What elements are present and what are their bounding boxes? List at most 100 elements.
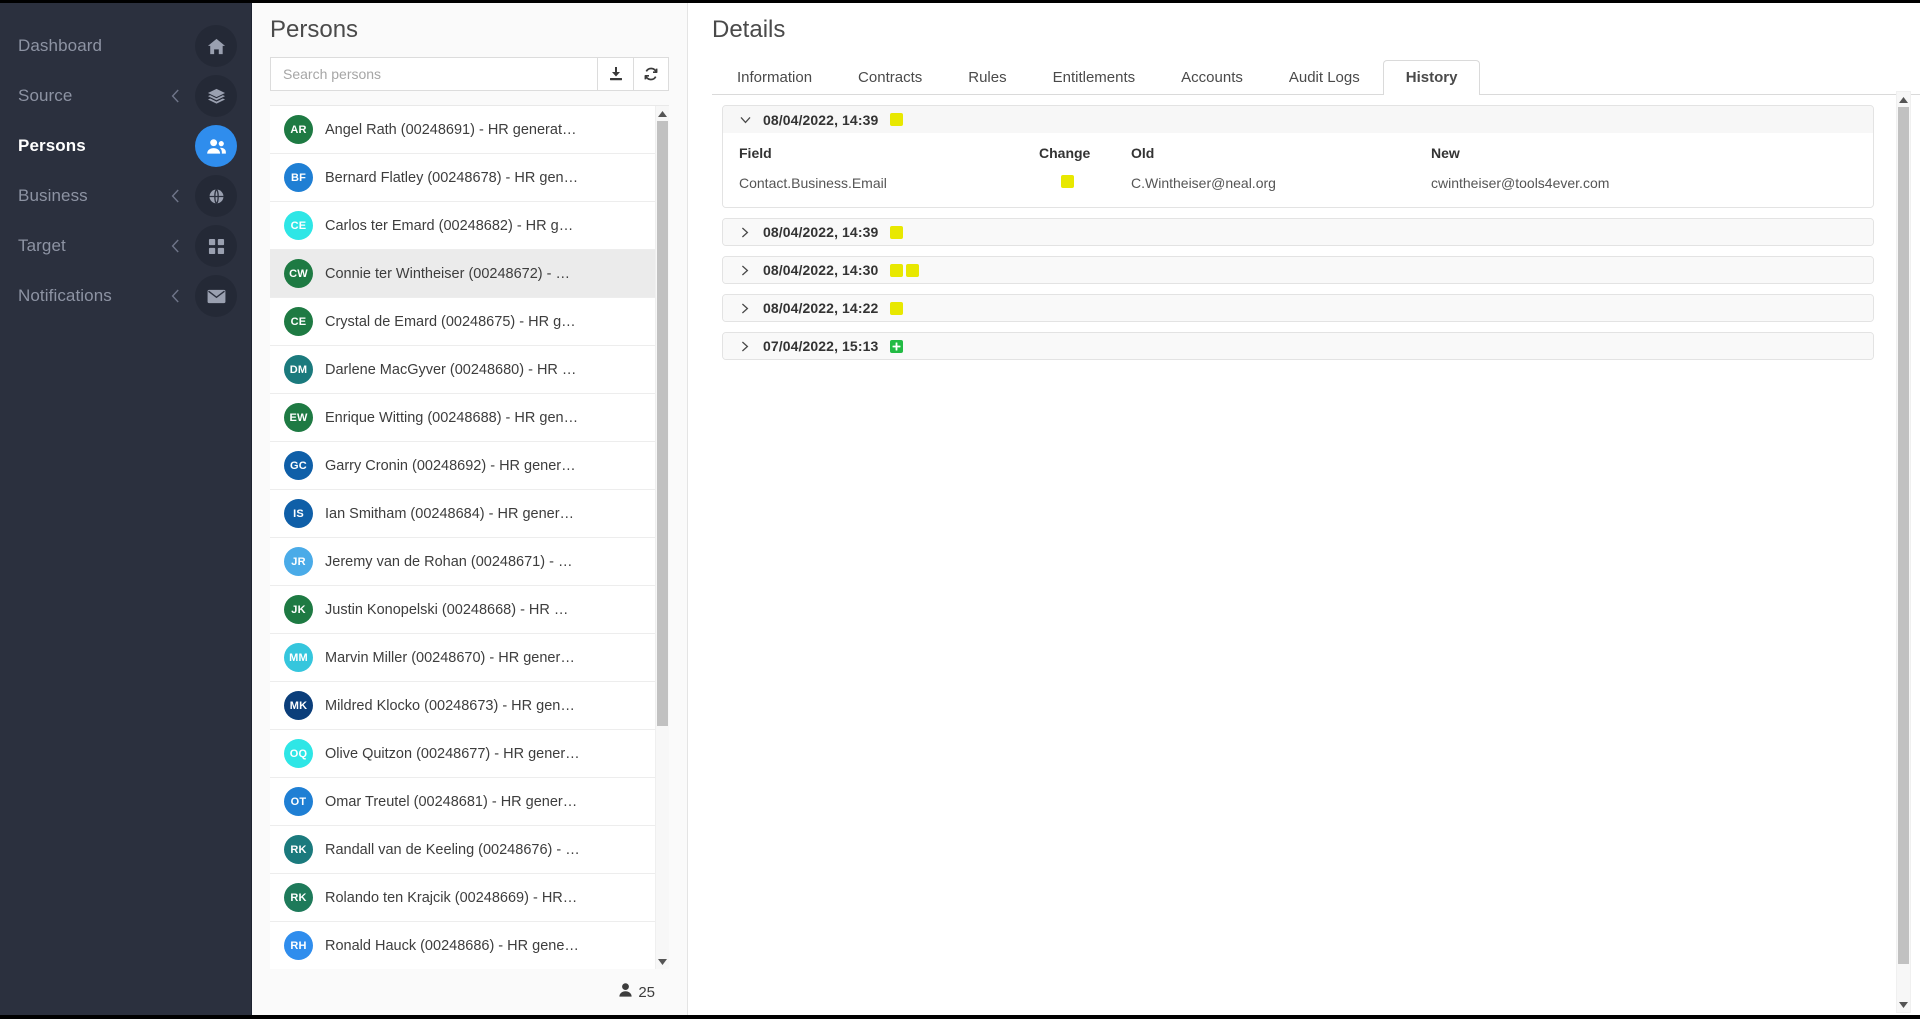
list-item[interactable]: OQ Olive Quitzon (00248677) - HR gener… [270,730,655,778]
tab-entitlements[interactable]: Entitlements [1030,60,1159,95]
list-item[interactable]: CE Crystal de Emard (00248675) - HR g… [270,298,655,346]
list-item[interactable]: EW Enrique Witting (00248688) - HR gen… [270,394,655,442]
list-item[interactable]: JR Jeremy van de Rohan (00248671) - … [270,538,655,586]
list-item-label: Bernard Flatley (00248678) - HR gen… [325,169,579,186]
list-item[interactable]: GC Garry Cronin (00248692) - HR gener… [270,442,655,490]
list-item-label: Ian Smitham (00248684) - HR gener… [325,505,575,522]
scroll-up-icon[interactable] [656,106,669,121]
sidebar-item-target[interactable]: Target [0,221,251,271]
list-item[interactable]: OT Omar Treutel (00248681) - HR gener… [270,778,655,826]
chevron-left-icon[interactable] [167,288,183,304]
people-icon[interactable] [195,125,237,167]
list-item[interactable]: BF Bernard Flatley (00248678) - HR gen… [270,154,655,202]
history-entry-header[interactable]: 08/04/2022, 14:39 [723,219,1873,245]
history-entry-header[interactable]: 08/04/2022, 14:30 [723,257,1873,283]
list-item[interactable]: MK Mildred Klocko (00248673) - HR gen… [270,682,655,730]
scrollbar-thumb[interactable] [657,121,668,726]
sidebar-item-business[interactable]: Business [0,171,251,221]
list-item[interactable]: MM Marvin Miller (00248670) - HR gener… [270,634,655,682]
list-item[interactable]: AR Angel Rath (00248691) - HR generat… [270,106,655,154]
update-badge-icon [1061,175,1074,188]
sidebar-item-source[interactable]: Source [0,71,251,121]
refresh-button[interactable] [633,57,669,91]
history-entry-badges [890,263,920,277]
sidebar-item-label: Dashboard [18,36,103,55]
grid-icon[interactable] [195,225,237,267]
avatar: RH [284,931,313,960]
list-item[interactable]: RH Ronald Hauck (00248686) - HR gene… [270,922,655,969]
column-header: Field [739,145,772,161]
chevron-right-icon[interactable] [739,227,751,238]
avatar: MM [284,643,313,672]
cell-old-value: C.Wintheiser@neal.org [1131,175,1276,191]
persons-list[interactable]: AR Angel Rath (00248691) - HR generat… BF B… [270,106,655,969]
table-header-row: Field Change Old New [739,145,1857,175]
avatar: GC [284,451,313,480]
list-item-label: Ronald Hauck (00248686) - HR gene… [325,937,579,954]
history-entry-header[interactable]: 08/04/2022, 14:39 [723,106,1873,133]
envelope-icon[interactable] [195,275,237,317]
chevron-down-icon[interactable] [739,116,751,124]
list-item-label: Randall van de Keeling (00248676) - … [325,841,580,858]
list-item-label: Mildred Klocko (00248673) - HR gen… [325,697,575,714]
update-badge-icon [890,225,904,239]
tab-accounts[interactable]: Accounts [1158,60,1266,95]
details-scrollbar[interactable] [1896,91,1911,1013]
persons-count: 25 [638,983,655,1001]
tab-rules[interactable]: Rules [945,60,1029,95]
chevron-left-icon [167,138,183,154]
column-header: Change [1039,145,1091,161]
history-entry: 08/04/2022, 14:39 [722,218,1874,246]
history-entry: 07/04/2022, 15:13 [722,332,1874,360]
list-item[interactable]: RK Randall van de Keeling (00248676) - … [270,826,655,874]
download-button[interactable] [597,57,633,91]
list-item[interactable]: RK Rolando ten Krajcik (00248669) - HR… [270,874,655,922]
chevron-left-icon[interactable] [167,88,183,104]
avatar: CE [284,211,313,240]
list-item-label: Angel Rath (00248691) - HR generat… [325,121,577,138]
history-entry-header[interactable]: 08/04/2022, 14:22 [723,295,1873,321]
sidebar-item-notifications[interactable]: Notifications [0,271,251,321]
avatar: EW [284,403,313,432]
tab-audit-logs[interactable]: Audit Logs [1266,60,1383,95]
history-entry-header[interactable]: 07/04/2022, 15:13 [723,333,1873,359]
scroll-down-icon[interactable] [656,954,669,969]
chevron-left-icon[interactable] [167,188,183,204]
list-item[interactable]: CW Connie ter Wintheiser (00248672) - … [270,250,655,298]
update-badge-icon [890,263,904,277]
list-item[interactable]: CE Carlos ter Emard (00248682) - HR g… [270,202,655,250]
app-window: Dashboard Source Persons Business Target Noti… [0,0,1920,1019]
avatar: BF [284,163,313,192]
layers-icon[interactable] [195,75,237,117]
history-entry: 08/04/2022, 14:39 Field Change Old New Contac… [722,105,1874,208]
tab-information[interactable]: Information [714,60,835,95]
persons-header: Persons [252,3,687,105]
persons-list-scrollbar[interactable] [655,106,669,969]
history-entry-date: 08/04/2022, 14:30 [763,262,879,278]
sidebar-item-dashboard[interactable]: Dashboard [0,21,251,71]
home-icon[interactable] [195,25,237,67]
chevron-right-icon[interactable] [739,265,751,276]
details-scrollbar-thumb[interactable] [1898,107,1909,964]
tab-contracts[interactable]: Contracts [835,60,945,95]
search-input[interactable] [270,57,597,91]
details-scroll-up-icon[interactable] [1897,92,1910,107]
chevron-right-icon[interactable] [739,341,751,352]
chevron-left-icon[interactable] [167,238,183,254]
history-entry-date: 08/04/2022, 14:39 [763,111,879,128]
update-badge-icon [890,113,904,126]
list-item-label: Omar Treutel (00248681) - HR gener… [325,793,578,810]
chevron-right-icon[interactable] [739,303,751,314]
sidebar-item-persons[interactable]: Persons [0,121,251,171]
cell-field: Contact.Business.Email [739,175,887,191]
tab-history[interactable]: History [1382,60,1481,95]
history-entry-badges [890,113,904,126]
list-item[interactable]: JK Justin Konopelski (00248668) - HR … [270,586,655,634]
details-tabs[interactable]: Information Contracts Rules Entitlements Acc… [712,60,1920,95]
globe-icon[interactable] [195,175,237,217]
list-item[interactable]: DM Darlene MacGyver (00248680) - HR … [270,346,655,394]
list-item[interactable]: IS Ian Smitham (00248684) - HR gener… [270,490,655,538]
avatar: IS [284,499,313,528]
list-item-label: Marvin Miller (00248670) - HR gener… [325,649,575,666]
details-scroll-down-icon[interactable] [1897,997,1910,1012]
